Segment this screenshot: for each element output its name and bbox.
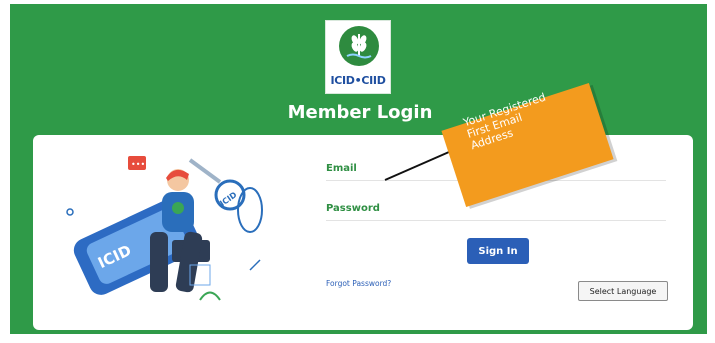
icid-logo: ICID•CIID [325,20,391,94]
sign-in-button[interactable]: Sign In [467,238,529,264]
forgot-password-link[interactable]: Forgot Password? [326,279,391,288]
key-label: ICID [218,190,239,208]
wheat-emblem-icon [339,26,379,66]
page-title: Member Login [287,102,433,123]
login-illustration: ICID ••• ICID [40,150,280,320]
svg-text:•••: ••• [131,160,145,169]
password-input[interactable] [326,199,666,221]
logo-text: ICID•CIID [330,74,386,87]
select-language-button[interactable]: Select Language [578,281,668,301]
